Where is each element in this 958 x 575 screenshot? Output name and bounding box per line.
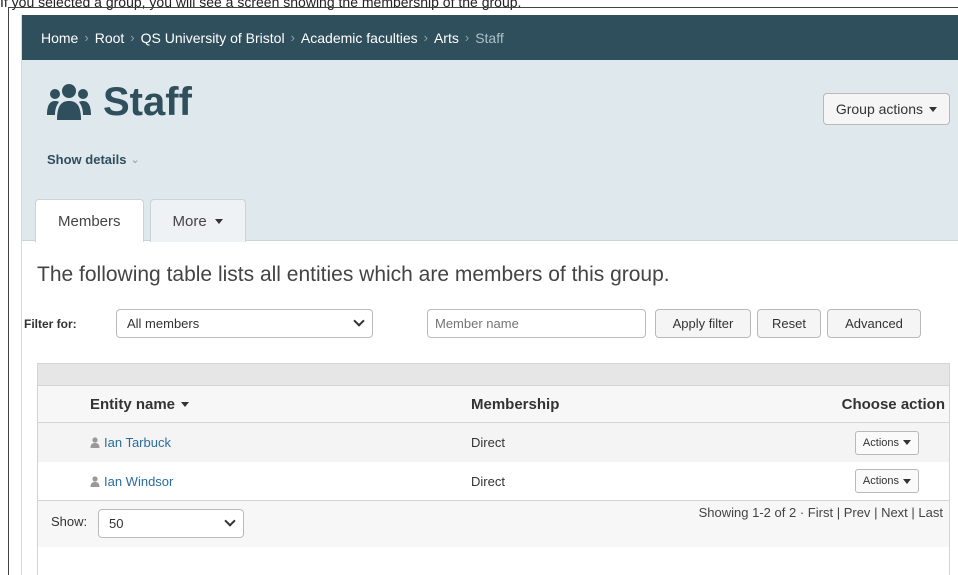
membership-filter-value: All members <box>127 316 200 331</box>
column-membership: Membership <box>471 395 560 413</box>
pagination: Showing 1-2 of 2 · First | Prev | Next |… <box>699 505 943 520</box>
chevron-down-icon <box>224 515 236 527</box>
caret-down-icon <box>929 106 937 112</box>
caret-down-icon <box>214 218 223 224</box>
membership-value: Direct <box>471 473 505 489</box>
tab-more[interactable]: More <box>149 199 246 242</box>
breadcrumb-separator: › <box>84 30 89 45</box>
column-choose-action: Choose action <box>841 395 945 413</box>
table-row: Ian Windsor Direct Actions <box>38 462 949 501</box>
column-entity-name-label: Entity name <box>90 395 176 413</box>
tab-more-label: More <box>172 212 207 230</box>
breadcrumb-current: Staff <box>475 29 504 46</box>
caret-down-icon <box>903 440 911 445</box>
sort-down-icon <box>181 401 190 407</box>
breadcrumb-arts[interactable]: Arts <box>434 30 459 46</box>
tab-members-label: Members <box>58 212 121 230</box>
filter-row: Filter for: All members Apply filter Res… <box>24 309 958 339</box>
advanced-button[interactable]: Advanced <box>827 309 921 338</box>
table-footer: Show: 50 Showing 1-2 of 2 · First | Prev… <box>38 501 949 547</box>
membership-filter-select[interactable]: All members <box>116 309 373 338</box>
breadcrumb-separator: › <box>464 30 470 45</box>
group-header: Staff Group actions Show details ⌄ Membe… <box>22 60 958 242</box>
pagination-last[interactable]: Last <box>918 505 943 520</box>
intro-text: The following table lists all entities w… <box>37 263 670 286</box>
members-table: Entity name Membership Choose action Ian… <box>37 363 950 575</box>
filter-label: Filter for: <box>24 317 77 331</box>
breadcrumb-separator: › <box>130 30 135 45</box>
pagination-separator: · <box>799 505 808 520</box>
title-area: Staff <box>47 82 192 122</box>
chevron-down-icon: ⌄ <box>130 154 140 166</box>
breadcrumb-university[interactable]: QS University of Bristol <box>141 30 285 46</box>
entity-name-link[interactable]: Ian Windsor <box>90 474 173 489</box>
person-icon <box>90 475 100 487</box>
breadcrumb: Home › Root › QS University of Bristol ›… <box>22 15 958 60</box>
breadcrumb-separator: › <box>423 30 428 45</box>
pagination-next[interactable]: Next <box>881 505 908 520</box>
show-details-toggle[interactable]: Show details ⌄ <box>47 152 140 167</box>
chevron-down-icon <box>353 315 365 327</box>
table-top-bar <box>38 364 949 386</box>
breadcrumb-separator: › <box>290 30 295 45</box>
breadcrumb-root[interactable]: Root <box>95 30 125 46</box>
group-actions-button[interactable]: Group actions <box>822 93 950 125</box>
pagination-first[interactable]: First <box>808 505 833 520</box>
group-icon <box>47 82 91 122</box>
member-name-input[interactable] <box>427 309 646 338</box>
tab-bar: Members More <box>35 199 246 242</box>
show-label: Show: <box>51 514 88 529</box>
group-actions-label: Group actions <box>835 101 923 117</box>
group-page: Home › Root › QS University of Bristol ›… <box>21 15 958 575</box>
apply-filter-button[interactable]: Apply filter <box>655 309 751 338</box>
pagination-prev[interactable]: Prev <box>844 505 871 520</box>
table-header: Entity name Membership Choose action <box>38 386 949 423</box>
page-size-value: 50 <box>109 516 124 531</box>
row-actions-button[interactable]: Actions <box>854 430 919 455</box>
pagination-separator: | <box>836 505 844 520</box>
show-details-label: Show details <box>47 152 127 167</box>
entity-name-link[interactable]: Ian Tarbuck <box>90 435 171 450</box>
entity-name-label: Ian Tarbuck <box>104 435 171 450</box>
reset-button[interactable]: Reset <box>757 309 821 338</box>
membership-value: Direct <box>471 435 505 450</box>
entity-name-label: Ian Windsor <box>104 473 174 489</box>
breadcrumb-home[interactable]: Home <box>41 30 78 46</box>
row-actions-label: Actions <box>862 475 899 487</box>
person-icon <box>90 437 100 448</box>
showing-count: Showing 1-2 of 2 <box>698 505 797 520</box>
column-entity-name[interactable]: Entity name <box>90 395 190 413</box>
table-row: Ian Tarbuck Direct Actions <box>38 423 949 462</box>
page-title: Staff <box>103 80 192 124</box>
tab-members[interactable]: Members <box>35 199 144 242</box>
caret-down-icon <box>903 478 911 484</box>
row-actions-label: Actions <box>862 436 899 449</box>
pagination-separator: | <box>874 505 882 520</box>
page-size-select[interactable]: 50 <box>98 509 244 538</box>
breadcrumb-faculties[interactable]: Academic faculties <box>301 30 418 46</box>
row-actions-button[interactable]: Actions <box>854 469 919 493</box>
